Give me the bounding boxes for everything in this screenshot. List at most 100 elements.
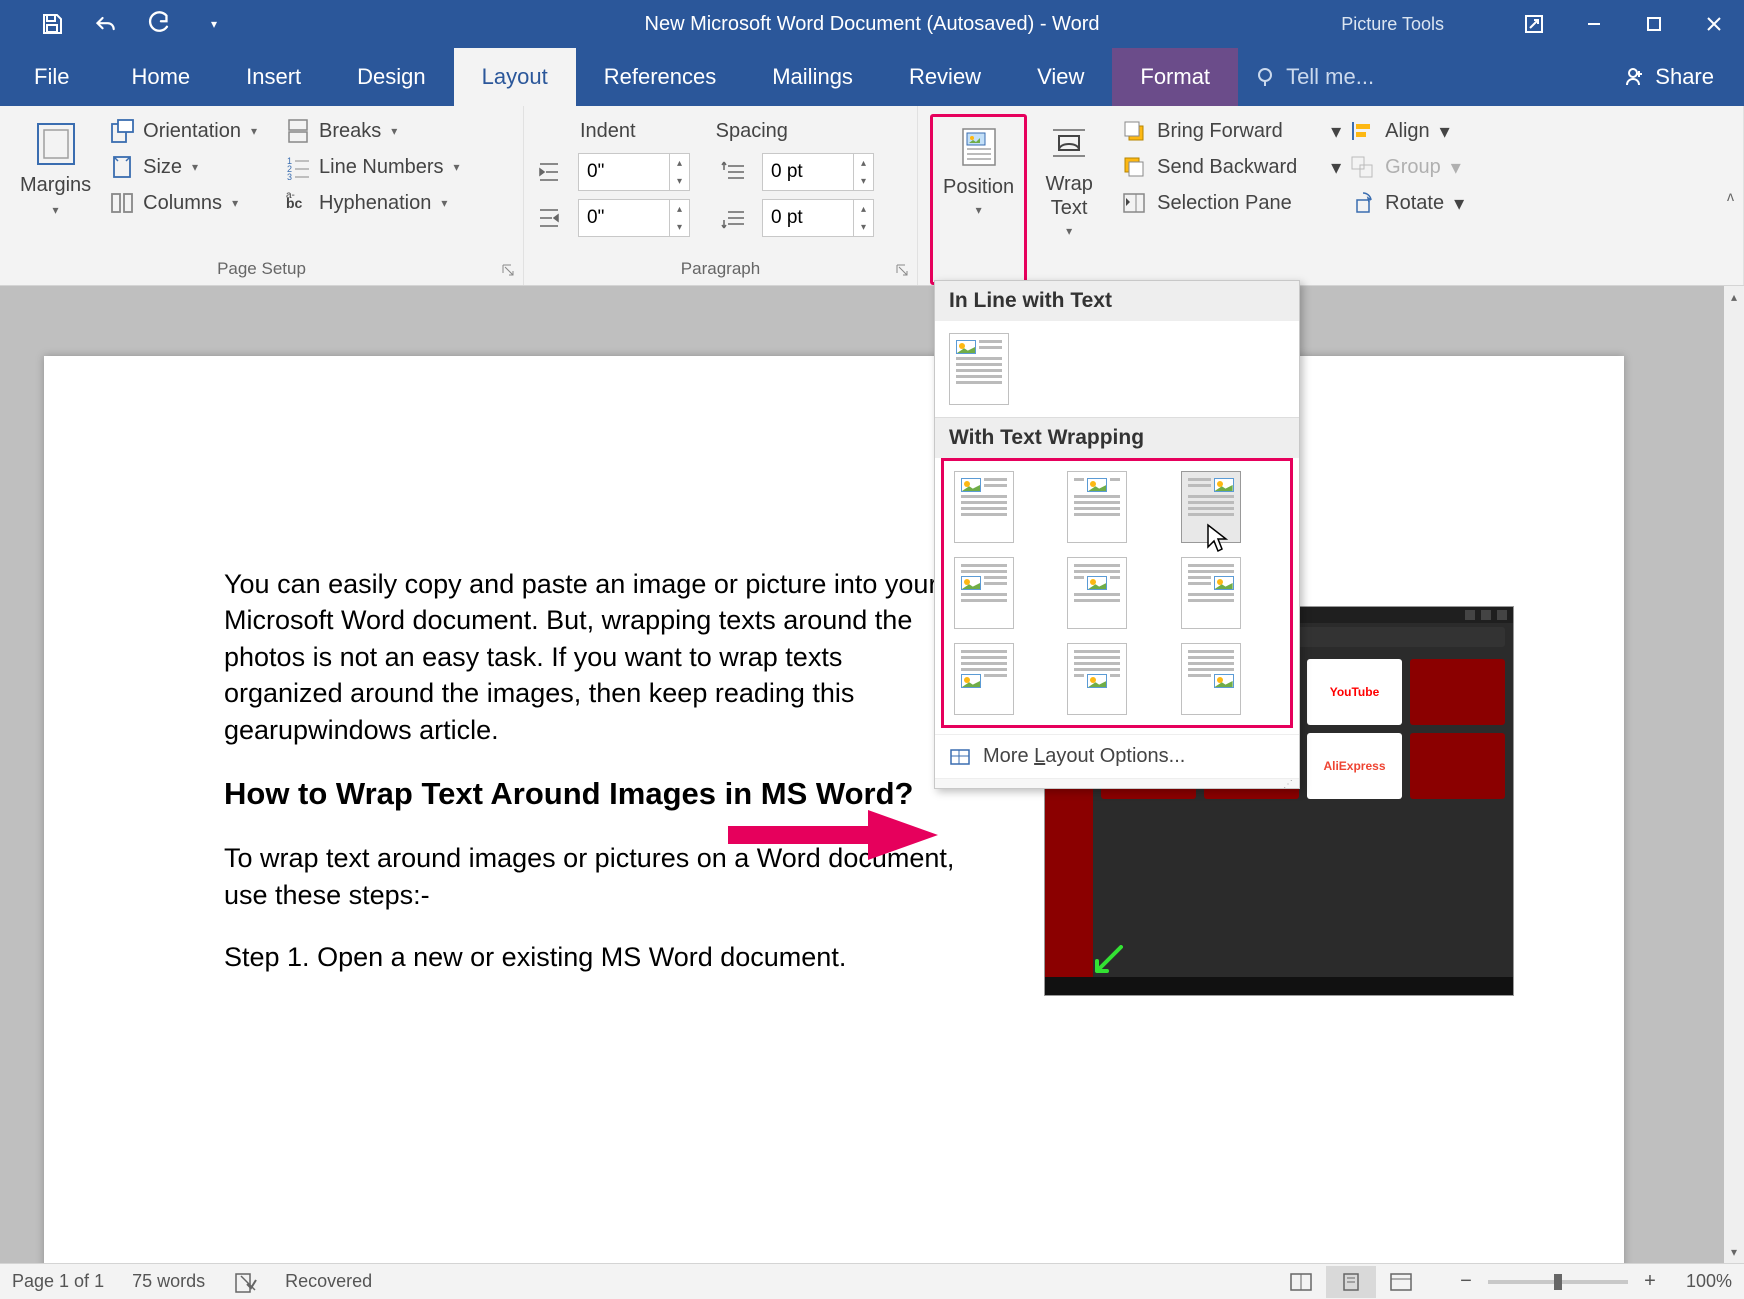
paragraph-dialog-launcher[interactable] xyxy=(895,263,909,277)
breaks-button[interactable]: Breaks▾ xyxy=(285,118,460,144)
scroll-up-button[interactable]: ▴ xyxy=(1724,286,1744,308)
view-buttons xyxy=(1276,1266,1426,1298)
wrap-text-button[interactable]: Wrap Text ▾ xyxy=(1035,114,1103,285)
align-button[interactable]: Align▾ xyxy=(1349,118,1499,144)
green-arrow-annotation xyxy=(1093,945,1123,975)
web-layout-button[interactable] xyxy=(1376,1266,1426,1298)
hyphenation-button[interactable]: bca- Hyphenation▾ xyxy=(285,190,460,216)
window-buttons xyxy=(1564,0,1744,48)
breaks-icon xyxy=(285,118,311,144)
body-paragraph[interactable]: Step 1. Open a new or existing MS Word d… xyxy=(224,939,964,975)
maximize-button[interactable] xyxy=(1624,0,1684,48)
orientation-button[interactable]: Orientation▾ xyxy=(109,118,257,144)
status-state[interactable]: Recovered xyxy=(285,1271,372,1292)
page-indicator[interactable]: Page 1 of 1 xyxy=(12,1271,104,1292)
indent-left-input[interactable]: ▴▾ xyxy=(578,153,690,191)
chevron-down-icon: ▾ xyxy=(53,203,59,217)
svg-text:a-: a- xyxy=(286,190,295,201)
red-arrow-annotation xyxy=(728,810,938,860)
tab-home[interactable]: Home xyxy=(103,48,218,106)
selection-pane-icon xyxy=(1121,190,1147,216)
redo-icon[interactable] xyxy=(148,12,172,36)
tab-file[interactable]: File xyxy=(0,48,103,106)
share-icon xyxy=(1621,65,1645,89)
tab-layout[interactable]: Layout xyxy=(454,48,576,106)
position-bottom-center[interactable] xyxy=(1067,643,1127,715)
word-count[interactable]: 75 words xyxy=(132,1271,205,1292)
size-button[interactable]: Size▾ xyxy=(109,154,257,180)
read-mode-button[interactable] xyxy=(1276,1266,1326,1298)
body-paragraph[interactable]: You can easily copy and paste an image o… xyxy=(224,566,964,748)
tab-format[interactable]: Format xyxy=(1112,48,1238,106)
bring-forward-icon xyxy=(1121,118,1147,144)
position-inline-option[interactable] xyxy=(949,333,1009,405)
svg-text:3: 3 xyxy=(287,172,292,180)
close-button[interactable] xyxy=(1684,0,1744,48)
size-icon xyxy=(109,154,135,180)
document-body[interactable]: You can easily copy and paste an image o… xyxy=(224,566,964,976)
zoom-in-button[interactable]: + xyxy=(1638,1270,1662,1293)
position-icon xyxy=(955,123,1003,171)
more-layout-options[interactable]: More Layout Options... xyxy=(935,734,1299,778)
proofing-icon[interactable] xyxy=(233,1270,257,1294)
position-middle-left[interactable] xyxy=(954,557,1014,629)
document-area: You can easily copy and paste an image o… xyxy=(0,286,1724,1263)
send-backward-icon xyxy=(1121,154,1147,180)
indent-right-input[interactable]: ▴▾ xyxy=(578,199,690,237)
tab-design[interactable]: Design xyxy=(329,48,453,106)
position-dropdown: In Line with Text With Text Wrapping Mor… xyxy=(934,280,1300,789)
position-bottom-right[interactable] xyxy=(1181,643,1241,715)
body-heading[interactable]: How to Wrap Text Around Images in MS Wor… xyxy=(224,774,964,814)
ribbon-display-options-icon[interactable] xyxy=(1504,0,1564,48)
tab-review[interactable]: Review xyxy=(881,48,1009,106)
scroll-down-button[interactable]: ▾ xyxy=(1724,1241,1744,1263)
undo-icon[interactable] xyxy=(94,12,118,36)
save-icon[interactable] xyxy=(40,12,64,36)
position-middle-right[interactable] xyxy=(1181,557,1241,629)
dropdown-resize-grip[interactable]: ⋰ xyxy=(935,778,1299,788)
position-label: Position xyxy=(943,175,1014,199)
vertical-scrollbar[interactable]: ▴ ▾ xyxy=(1724,286,1744,1263)
group-paragraph: Indent Spacing ▴▾ ▴▾ ▴▾ xyxy=(524,106,918,285)
qat-customize-icon[interactable]: ▾ xyxy=(202,12,226,36)
position-top-left[interactable] xyxy=(954,471,1014,543)
share-button[interactable]: Share xyxy=(1591,48,1744,106)
position-top-center[interactable] xyxy=(1067,471,1127,543)
rotate-button[interactable]: Rotate▾ xyxy=(1349,190,1499,216)
columns-label: Columns xyxy=(143,192,222,215)
send-backward-button[interactable]: Send Backward ▾ xyxy=(1121,154,1341,180)
wrap-text-icon xyxy=(1045,120,1093,168)
spacing-header: Spacing xyxy=(716,120,788,143)
page-setup-dialog-launcher[interactable] xyxy=(501,263,515,277)
tab-references[interactable]: References xyxy=(576,48,745,106)
zoom-level[interactable]: 100% xyxy=(1686,1271,1732,1292)
quick-access-toolbar: ▾ xyxy=(0,12,226,36)
position-bottom-left[interactable] xyxy=(954,643,1014,715)
selection-pane-button[interactable]: Selection Pane xyxy=(1121,190,1341,216)
page-setup-group-label: Page Setup xyxy=(0,259,523,279)
orientation-icon xyxy=(109,118,135,144)
title-bar: ▾ New Microsoft Word Document (Autosaved… xyxy=(0,0,1744,48)
bring-forward-button[interactable]: Bring Forward ▾ xyxy=(1121,118,1341,144)
position-button[interactable]: Position ▾ xyxy=(930,114,1027,285)
wrap-options-highlight xyxy=(941,458,1293,728)
paragraph-group-label: Paragraph xyxy=(524,259,917,279)
position-middle-center[interactable] xyxy=(1067,557,1127,629)
zoom-out-button[interactable]: − xyxy=(1454,1270,1478,1293)
print-layout-button[interactable] xyxy=(1326,1266,1376,1298)
tell-me-search[interactable]: Tell me... xyxy=(1238,48,1591,106)
breaks-label: Breaks xyxy=(319,120,381,143)
group-button[interactable]: Group▾ xyxy=(1349,154,1499,180)
zoom-slider[interactable] xyxy=(1488,1280,1628,1284)
columns-button[interactable]: Columns▾ xyxy=(109,190,257,216)
hyphenation-icon: bca- xyxy=(285,190,311,216)
tab-insert[interactable]: Insert xyxy=(218,48,329,106)
line-numbers-button[interactable]: 123 Line Numbers▾ xyxy=(285,154,460,180)
collapse-ribbon-icon[interactable]: ʌ xyxy=(1727,188,1734,204)
minimize-button[interactable] xyxy=(1564,0,1624,48)
space-before-input[interactable]: ▴▾ xyxy=(762,153,874,191)
tab-view[interactable]: View xyxy=(1009,48,1112,106)
margins-icon xyxy=(32,120,80,168)
tab-mailings[interactable]: Mailings xyxy=(744,48,881,106)
space-after-input[interactable]: ▴▾ xyxy=(762,199,874,237)
